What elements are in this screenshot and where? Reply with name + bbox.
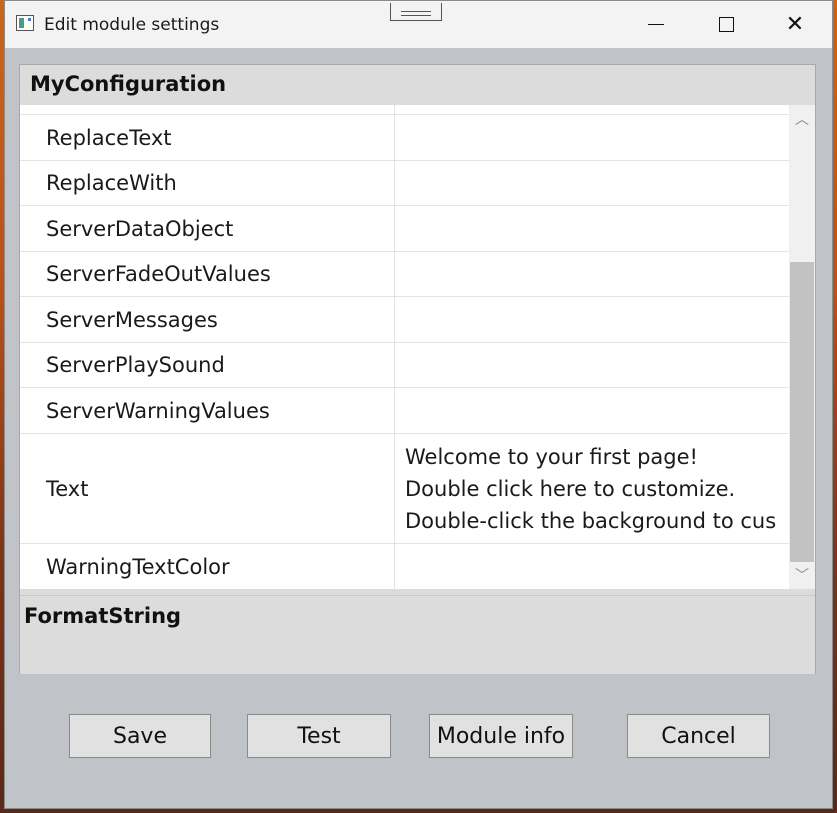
value-line: Double click here to customize.: [405, 476, 736, 501]
property-grid: ReplaceText ReplaceWith ServerDataObject…: [20, 105, 789, 589]
table-row[interactable]: ReplaceText: [20, 115, 789, 161]
property-value[interactable]: [395, 544, 789, 589]
save-button[interactable]: Save: [69, 714, 211, 758]
scroll-down-icon[interactable]: ﹀: [789, 565, 815, 585]
property-name: ServerDataObject: [20, 206, 395, 251]
window-title: Edit module settings: [44, 15, 220, 35]
edit-module-settings-window: Edit module settings ✕ MyConfiguration R…: [4, 0, 833, 809]
table-row-partial: [20, 105, 789, 115]
table-row[interactable]: ServerWarningValues: [20, 388, 789, 434]
scroll-up-icon[interactable]: ︿: [789, 109, 815, 129]
property-name: ReplaceWith: [20, 161, 395, 205]
cancel-button[interactable]: Cancel: [627, 714, 770, 758]
property-value[interactable]: [395, 161, 789, 205]
minimize-icon: [648, 23, 664, 26]
property-value[interactable]: [395, 297, 789, 342]
vertical-scrollbar[interactable]: ︿ ﹀: [789, 105, 815, 589]
snap-layout-handle-icon[interactable]: [390, 3, 442, 21]
description-panel: FormatString: [20, 595, 815, 674]
table-row[interactable]: ServerFadeOutValues: [20, 252, 789, 297]
maximize-icon: [718, 17, 734, 32]
table-row[interactable]: ReplaceWith: [20, 161, 789, 206]
property-value[interactable]: [395, 206, 789, 251]
property-grid-panel: MyConfiguration ReplaceText ReplaceWith …: [19, 64, 816, 674]
property-value[interactable]: [395, 388, 789, 433]
app-icon: [16, 15, 34, 31]
property-name: ServerPlaySound: [20, 343, 395, 387]
close-icon: ✕: [785, 11, 805, 37]
table-row[interactable]: ServerDataObject: [20, 206, 789, 252]
module-info-button[interactable]: Module info: [429, 714, 573, 758]
value-line: Welcome to your first page!: [405, 444, 698, 469]
title-bar[interactable]: Edit module settings ✕: [5, 1, 832, 48]
property-value[interactable]: [395, 115, 789, 160]
property-name: ServerFadeOutValues: [20, 252, 395, 296]
property-name: ServerWarningValues: [20, 388, 395, 433]
property-name: ReplaceText: [20, 115, 395, 160]
table-row[interactable]: WarningTextColor: [20, 544, 789, 589]
property-value[interactable]: [395, 343, 789, 387]
maximize-button[interactable]: [692, 1, 760, 48]
close-button[interactable]: ✕: [761, 1, 829, 48]
minimize-button[interactable]: [622, 1, 690, 48]
section-header: MyConfiguration: [30, 72, 227, 96]
property-value[interactable]: Welcome to your first page! Double click…: [395, 434, 789, 543]
property-name: Text: [20, 434, 395, 543]
description-title: FormatString: [24, 604, 182, 628]
scroll-thumb[interactable]: [790, 262, 814, 562]
table-row[interactable]: Text Welcome to your first page! Double …: [20, 434, 789, 544]
table-row[interactable]: ServerMessages: [20, 297, 789, 343]
test-button[interactable]: Test: [247, 714, 391, 758]
property-name: ServerMessages: [20, 297, 395, 342]
property-name: WarningTextColor: [20, 544, 395, 589]
table-row[interactable]: ServerPlaySound: [20, 343, 789, 388]
property-value[interactable]: [395, 252, 789, 296]
value-line: Double-click the background to cus: [405, 508, 777, 533]
